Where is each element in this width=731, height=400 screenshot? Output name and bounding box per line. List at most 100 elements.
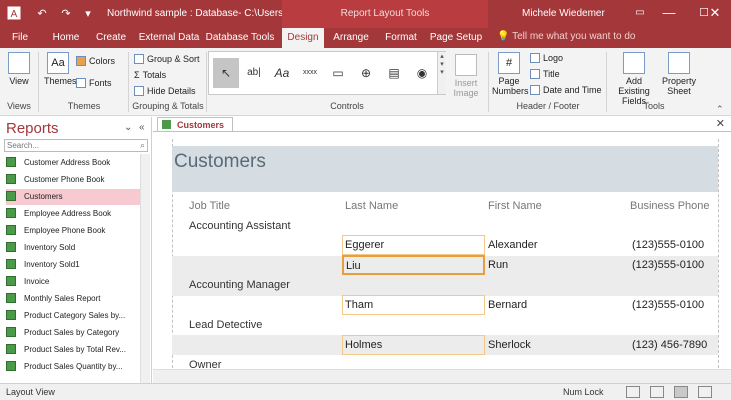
logo-icon <box>530 53 540 63</box>
design-view-icon[interactable] <box>698 386 712 398</box>
nav-item-selected[interactable]: Customers <box>6 189 140 205</box>
group-sort-icon <box>134 54 144 64</box>
label-control[interactable]: Aa <box>269 58 295 88</box>
tab-design[interactable]: Design <box>282 28 324 48</box>
nav-item[interactable]: Employee Address Book <box>6 206 140 222</box>
layout-view-icon[interactable] <box>674 386 688 398</box>
phone-cell[interactable]: (123)555-0100 <box>632 236 704 254</box>
tab-page-setup[interactable]: Page Setup <box>428 28 484 48</box>
nav-item[interactable]: Product Category Sales by... <box>6 308 140 324</box>
nav-item-label: Inventory Sold1 <box>24 260 80 269</box>
close-button[interactable]: ✕ <box>700 0 730 28</box>
nav-item[interactable]: Product Sales by Total Rev... <box>6 342 140 358</box>
logo-button[interactable]: Logo <box>530 53 563 63</box>
window-title: Northwind sample : Database- C:\Users\..… <box>107 8 295 19</box>
nav-item[interactable]: Inventory Sold <box>6 240 140 256</box>
last-name-field-selected[interactable]: Liu <box>342 255 485 275</box>
first-name-cell[interactable]: Run <box>488 256 508 274</box>
header-job-title[interactable]: Job Title <box>189 200 230 212</box>
fields-icon <box>623 52 645 74</box>
title-button[interactable]: Title <box>530 69 560 79</box>
document-tab-customers[interactable]: Customers <box>157 117 234 131</box>
report-title[interactable]: Customers <box>174 151 266 173</box>
nav-collapse-icon[interactable]: « <box>139 122 145 133</box>
tab-control[interactable]: ▭ <box>325 58 351 88</box>
colors-button[interactable]: Colors <box>76 56 115 66</box>
nav-item-label: Monthly Sales Report <box>24 294 101 303</box>
phone-cell[interactable]: (123)555-0100 <box>632 296 704 314</box>
nav-item-label: Customer Address Book <box>24 158 111 167</box>
themes-button[interactable]: Aa Themes <box>44 52 77 86</box>
header-business-phone[interactable]: Business Phone <box>630 200 710 212</box>
phone-cell[interactable]: (123)555-0100 <box>632 256 704 274</box>
group-label-controls: Controls <box>330 101 364 111</box>
nav-search-input[interactable]: Search... ⌕ <box>4 139 148 152</box>
nav-item[interactable]: Customer Address Book <box>6 155 140 171</box>
nav-heading[interactable]: Reports <box>6 120 59 137</box>
gallery-scroll[interactable]: ▴ ▾ ▾ <box>437 52 446 94</box>
view-button[interactable]: View <box>6 52 32 86</box>
insert-image-label: Insert Image <box>453 78 479 98</box>
nav-dropdown-icon[interactable]: ⌄ <box>124 122 132 133</box>
group-job-title[interactable]: Lead Detective <box>189 319 262 331</box>
first-name-cell[interactable]: Sherlock <box>488 336 531 354</box>
group-job-title[interactable]: Accounting Assistant <box>189 220 291 232</box>
property-sheet-button[interactable]: Property Sheet <box>660 52 698 96</box>
nav-item[interactable]: Inventory Sold1 <box>6 257 140 273</box>
horizontal-scrollbar[interactable] <box>153 369 731 383</box>
tab-file[interactable]: File <box>6 28 34 48</box>
redo-icon[interactable]: ↷ <box>58 6 74 22</box>
navigation-control[interactable]: ▤ <box>381 58 407 88</box>
nav-item[interactable]: Monthly Sales Report <box>6 291 140 307</box>
tab-home[interactable]: Home <box>48 28 84 48</box>
select-control[interactable]: ↖ <box>213 58 239 88</box>
phone-cell[interactable]: (123) 456-7890 <box>632 336 707 354</box>
button-control[interactable]: xxxx <box>297 58 323 88</box>
last-name-field[interactable]: Tham <box>342 295 485 315</box>
tab-create[interactable]: Create <box>92 28 130 48</box>
tab-external-data[interactable]: External Data <box>138 28 200 48</box>
totals-button[interactable]: Σ Totals <box>134 70 166 80</box>
customize-qat-icon[interactable]: ▾ <box>80 6 96 22</box>
print-preview-icon[interactable] <box>650 386 664 398</box>
group-job-title[interactable]: Accounting Manager <box>189 279 290 291</box>
insert-image-button[interactable]: Insert Image <box>448 54 484 98</box>
nav-item[interactable]: Product Sales by Category <box>6 325 140 341</box>
collapse-ribbon-icon[interactable]: ⌃ <box>716 104 724 115</box>
report-icon <box>6 327 16 337</box>
property-sheet-icon <box>668 52 690 74</box>
tab-database-tools[interactable]: Database Tools <box>205 28 275 48</box>
user-name[interactable]: Michele Wiedemer <box>522 8 605 19</box>
group-label-themes: Themes <box>67 101 101 111</box>
last-name-field[interactable]: Holmes <box>342 335 485 355</box>
tab-format[interactable]: Format <box>380 28 422 48</box>
hide-details-button[interactable]: Hide Details <box>134 86 196 96</box>
page-numbers-button[interactable]: # Page Numbers <box>492 52 529 96</box>
header-last-name[interactable]: Last Name <box>345 200 398 212</box>
tab-arrange[interactable]: Arrange <box>330 28 372 48</box>
header-first-name[interactable]: First Name <box>488 200 542 212</box>
nav-item[interactable]: Employee Phone Book <box>6 223 140 239</box>
group-sort-label: Group & Sort <box>147 54 200 64</box>
fonts-button[interactable]: Fonts <box>76 78 112 88</box>
hyperlink-control[interactable]: ⊕ <box>353 58 379 88</box>
first-name-cell[interactable]: Bernard <box>488 296 527 314</box>
tell-me-box[interactable]: 💡 Tell me what you want to do <box>497 31 635 42</box>
nav-item-label: Product Category Sales by... <box>24 311 126 320</box>
document-tab-label: Customers <box>177 120 225 130</box>
group-sort-button[interactable]: Group & Sort <box>134 54 200 64</box>
textbox-control[interactable]: ab| <box>241 58 267 88</box>
minimize-button[interactable]: — <box>651 0 687 28</box>
nav-item[interactable]: Product Sales Quantity by... <box>6 359 140 375</box>
nav-item[interactable]: Invoice <box>6 274 140 290</box>
nav-scrollbar[interactable] <box>140 154 150 383</box>
first-name-cell[interactable]: Alexander <box>488 236 538 254</box>
undo-icon[interactable]: ↶ <box>34 6 50 22</box>
option-group-control[interactable]: ◉ <box>409 58 435 88</box>
close-document-icon[interactable]: ✕ <box>716 117 725 130</box>
add-existing-fields-button[interactable]: Add Existing Fields <box>610 52 658 106</box>
report-view-icon[interactable] <box>626 386 640 398</box>
date-time-button[interactable]: Date and Time <box>530 85 602 95</box>
last-name-field[interactable]: Eggerer <box>342 235 485 255</box>
nav-item[interactable]: Customer Phone Book <box>6 172 140 188</box>
